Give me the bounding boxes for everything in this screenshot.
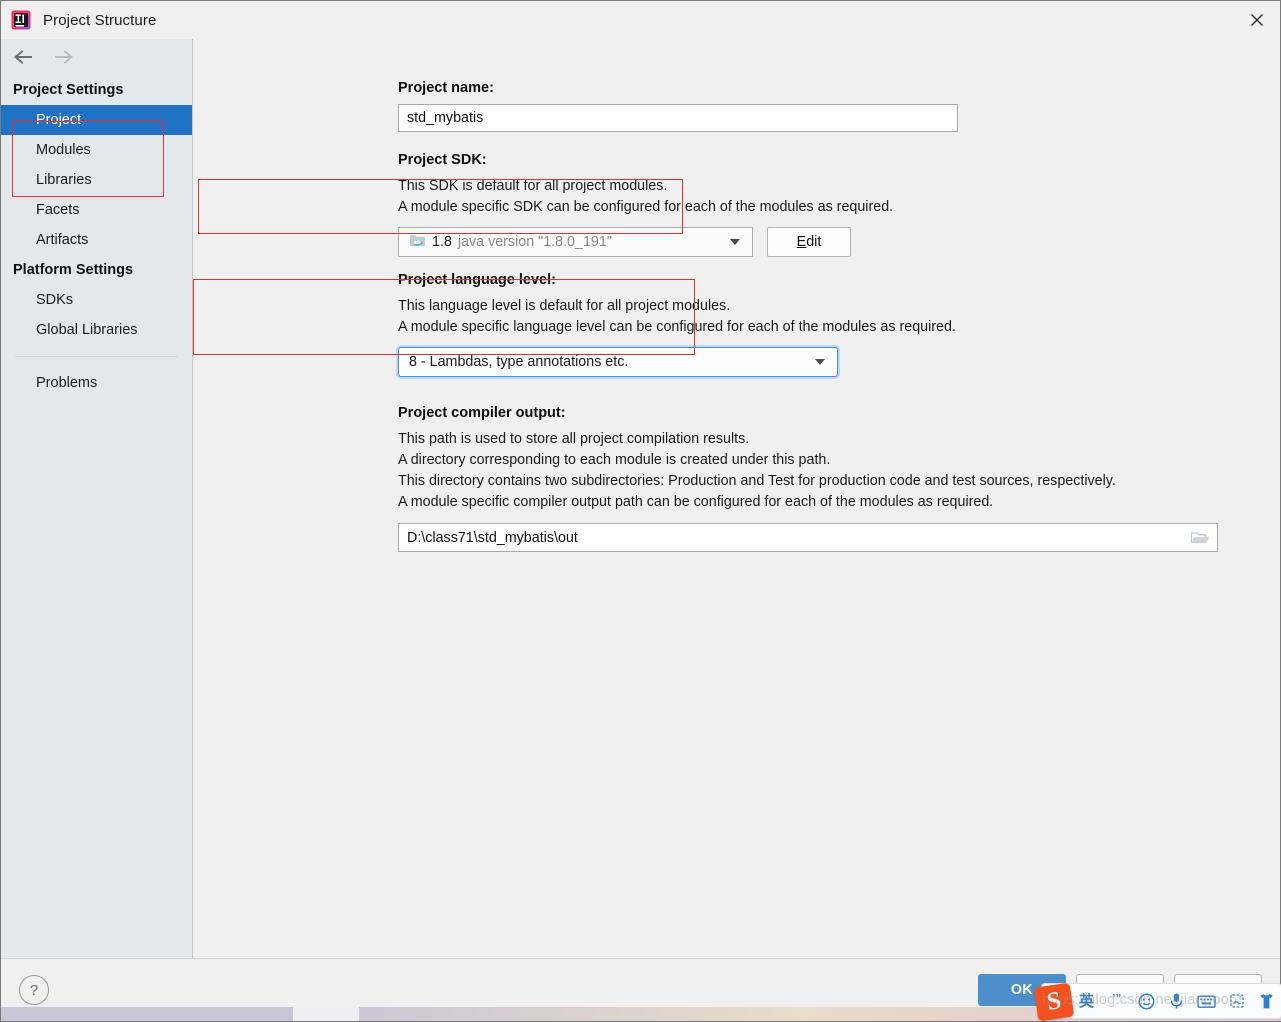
chevron-down-icon bbox=[730, 239, 740, 245]
project-structure-dialog: Project Structure Project Settings Proje… bbox=[0, 0, 1281, 1022]
sidebar-item-facets[interactable]: Facets bbox=[1, 195, 192, 225]
sidebar-item-modules[interactable]: Modules bbox=[1, 135, 192, 165]
voice-input-icon[interactable] bbox=[1166, 991, 1187, 1012]
handwriting-icon[interactable] bbox=[1226, 991, 1247, 1012]
compiler-output-description-1: This path is used to store all project c… bbox=[398, 431, 750, 447]
sidebar-group-project-settings: Project Settings bbox=[13, 82, 124, 98]
project-sdk-row: 1.8 java version "1.8.0_191" Edit bbox=[398, 227, 1280, 257]
language-mode-icon[interactable]: 英 bbox=[1076, 991, 1097, 1012]
language-level-section: Project language level: This language le… bbox=[398, 271, 1280, 377]
sidebar-item-project[interactable]: Project bbox=[1, 105, 192, 135]
title-bar: Project Structure bbox=[1, 1, 1280, 39]
java-sdk-folder-icon bbox=[409, 233, 426, 252]
sidebar-item-artifacts[interactable]: Artifacts bbox=[1, 225, 192, 255]
project-sdk-label: Project SDK: bbox=[398, 152, 487, 168]
compiler-output-description-3: This directory contains two subdirectori… bbox=[398, 473, 1116, 489]
taskbar-segment-left bbox=[1, 1007, 293, 1021]
sogou-logo-icon[interactable]: S bbox=[1033, 982, 1075, 1022]
language-level-dropdown[interactable]: 8 - Lambdas, type annotations etc. bbox=[398, 347, 838, 377]
sidebar-item-problems[interactable]: Problems bbox=[1, 368, 192, 398]
soft-keyboard-icon[interactable] bbox=[1196, 991, 1217, 1012]
compiler-output-input[interactable]: D:\class71\std_mybatis\out bbox=[398, 523, 1218, 552]
language-level-label: Project language level: bbox=[398, 272, 556, 288]
project-name-label: Project name: bbox=[398, 80, 494, 96]
intellij-idea-icon bbox=[11, 10, 31, 30]
language-level-description-1: This language level is default for all p… bbox=[398, 298, 731, 314]
sidebar-group-platform-settings: Platform Settings bbox=[13, 262, 134, 278]
compiler-output-label: Project compiler output: bbox=[398, 405, 566, 421]
window-title: Project Structure bbox=[43, 11, 157, 29]
settings-sidebar: Project Settings Project Modules Librari… bbox=[1, 39, 193, 958]
folder-browse-icon[interactable] bbox=[1190, 530, 1210, 546]
taskbar-segment-middle bbox=[293, 1007, 359, 1021]
compiler-output-description-4: A module specific compiler output path c… bbox=[398, 494, 994, 510]
emoji-icon[interactable] bbox=[1136, 991, 1157, 1012]
project-name-input[interactable]: std_mybatis bbox=[398, 104, 958, 132]
project-sdk-description-1: This SDK is default for all project modu… bbox=[398, 178, 668, 194]
project-sdk-description-2: A module specific SDK can be configured … bbox=[398, 199, 894, 215]
arrow-right-icon bbox=[51, 47, 77, 67]
sogou-ime-toolbar[interactable]: S https://blog.csdn.net/jiangoo6 英 ’” bbox=[1033, 982, 1281, 1022]
language-level-description-2: A module specific language level can be … bbox=[398, 319, 956, 335]
project-settings-panel: Project name: std_mybatis Project SDK: T… bbox=[193, 39, 1280, 958]
sidebar-item-libraries[interactable]: Libraries bbox=[1, 165, 192, 195]
punctuation-icon[interactable]: ’” bbox=[1106, 991, 1127, 1012]
project-sdk-dropdown[interactable]: 1.8 java version "1.8.0_191" bbox=[398, 227, 753, 257]
close-icon[interactable] bbox=[1234, 1, 1280, 39]
sidebar-item-sdks[interactable]: SDKs bbox=[1, 285, 192, 315]
edit-button-mnemonic: E bbox=[796, 234, 807, 250]
edit-button-label-rest: dit bbox=[806, 234, 822, 250]
sidebar-item-global-libraries[interactable]: Global Libraries bbox=[1, 315, 192, 345]
chevron-down-icon bbox=[815, 359, 825, 365]
dialog-body: Project Settings Project Modules Librari… bbox=[1, 39, 1280, 958]
edit-sdk-button[interactable]: Edit bbox=[767, 227, 851, 257]
language-level-value: 8 - Lambdas, type annotations etc. bbox=[409, 354, 629, 370]
project-sdk-section: Project SDK: This SDK is default for all… bbox=[398, 151, 1280, 257]
sidebar-divider bbox=[15, 356, 178, 357]
project-sdk-version: java version "1.8.0_191" bbox=[457, 234, 612, 250]
compiler-output-description-2: A directory corresponding to each module… bbox=[398, 452, 831, 468]
project-sdk-name: 1.8 bbox=[432, 234, 452, 250]
compiler-output-path: D:\class71\std_mybatis\out bbox=[407, 529, 578, 546]
project-name-section: Project name: std_mybatis bbox=[398, 79, 1280, 132]
arrow-left-icon[interactable] bbox=[11, 47, 37, 67]
compiler-output-section: Project compiler output: This path is us… bbox=[398, 404, 1280, 552]
help-question-icon[interactable]: ? bbox=[19, 975, 49, 1005]
navigation-arrows bbox=[1, 39, 192, 75]
toolbox-icon[interactable] bbox=[1256, 991, 1277, 1012]
